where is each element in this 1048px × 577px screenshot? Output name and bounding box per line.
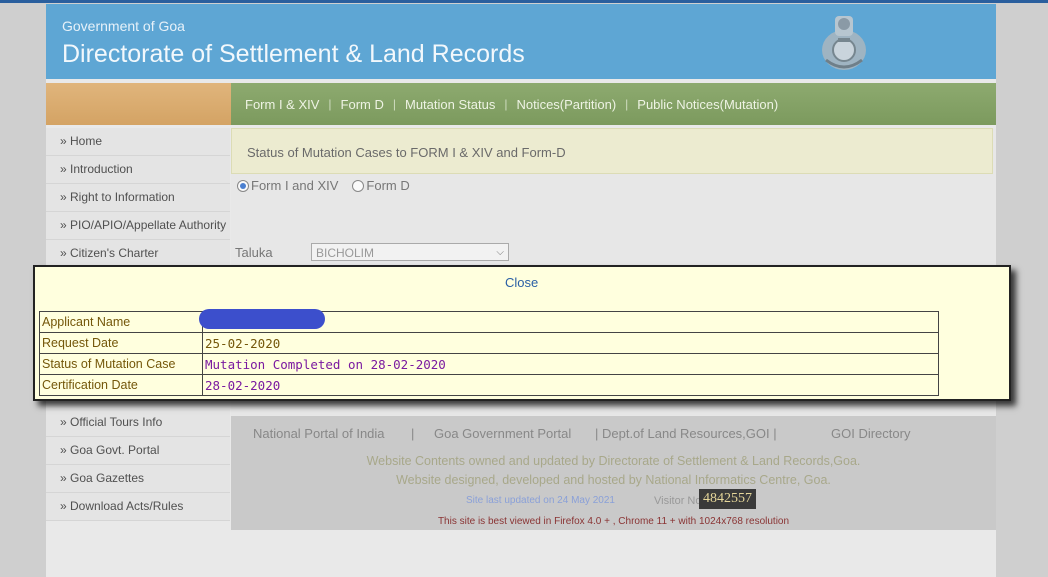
sidebar-bottom: » Official Tours Info » Goa Govt. Portal…: [46, 409, 230, 521]
taluka-selected-value: BICHOLIM: [316, 246, 375, 260]
table-row: Request Date 25-02-2020: [39, 332, 939, 354]
sidebar-item-rti[interactable]: » Right to Information: [46, 184, 230, 212]
footer-visitor-label: Visitor No:: [654, 495, 705, 507]
nav-mutation-status[interactable]: Mutation Status: [396, 97, 504, 112]
form-type-radios: Form I and XIV Form D: [237, 178, 410, 193]
nav-public-notices-mutation[interactable]: Public Notices(Mutation): [628, 97, 787, 112]
row-label-applicant-name: Applicant Name: [39, 311, 203, 333]
row-label-mutation-status: Status of Mutation Case: [39, 353, 203, 375]
taluka-select[interactable]: BICHOLIM ⌵: [311, 243, 509, 261]
sidebar-item-download-acts[interactable]: » Download Acts/Rules: [46, 493, 230, 521]
footer-last-updated: Site last updated on 24 May 2021: [466, 495, 615, 506]
footer-hosting-line: Website designed, developed and hosted b…: [396, 473, 831, 487]
mutation-status-modal: Close Applicant Name Request Date 25-02-…: [33, 265, 1011, 401]
radio-form-d[interactable]: [352, 179, 365, 192]
nav-left-block: [46, 83, 231, 125]
sidebar-item-goa-portal[interactable]: » Goa Govt. Portal: [46, 437, 230, 465]
state-emblem-icon: [822, 16, 866, 70]
government-label: Government of Goa: [62, 18, 185, 34]
sidebar-top: » Home » Introduction » Right to Informa…: [46, 128, 230, 268]
footer-best-viewed: This site is best viewed in Firefox 4.0 …: [437, 516, 790, 527]
footer-link-goi-directory[interactable]: GOI Directory: [831, 426, 910, 441]
footer-separator: |: [411, 426, 415, 441]
nav-form-d[interactable]: Form D: [332, 97, 393, 112]
main-nav: Form I & XIV | Form D | Mutation Status …: [46, 83, 996, 125]
site-title: Directorate of Settlement & Land Records: [62, 40, 525, 68]
redaction-mark: [199, 309, 325, 329]
top-border: [0, 0, 1048, 3]
radio-form-d-label[interactable]: Form D: [366, 178, 409, 193]
row-value-request-date: 25-02-2020: [202, 332, 939, 354]
nav-items: Form I & XIV | Form D | Mutation Status …: [236, 83, 787, 125]
sidebar-item-goa-gazettes[interactable]: » Goa Gazettes: [46, 465, 230, 493]
nav-form-i-xiv[interactable]: Form I & XIV: [236, 97, 328, 112]
radio-form-i-xiv[interactable]: [237, 179, 249, 192]
footer-ownership-line: Website Contents owned and updated by Di…: [366, 454, 861, 468]
taluka-label: Taluka: [235, 245, 273, 260]
row-label-request-date: Request Date: [39, 332, 203, 354]
footer-link-dept-land-resources[interactable]: | Dept.of Land Resources,GOI |: [595, 426, 777, 441]
visitor-counter: 4842557: [699, 489, 756, 509]
mutation-result-table: Applicant Name Request Date 25-02-2020 S…: [39, 309, 939, 396]
sidebar-item-pio[interactable]: » PIO/APIO/Appellate Authority: [46, 212, 230, 240]
close-button[interactable]: Close: [505, 275, 538, 290]
table-row: Status of Mutation Case Mutation Complet…: [39, 353, 939, 375]
row-value-certification-date: 28-02-2020: [202, 374, 939, 396]
site-header: Government of Goa Directorate of Settlem…: [46, 4, 996, 79]
footer-link-national-portal[interactable]: National Portal of India: [253, 426, 385, 441]
table-row: Certification Date 28-02-2020: [39, 374, 939, 396]
table-row: Applicant Name: [39, 309, 939, 333]
chevron-down-icon: ⌵: [496, 247, 504, 258]
row-value-applicant-name: [199, 309, 939, 333]
footer-link-goa-portal[interactable]: Goa Government Portal: [434, 426, 571, 441]
sidebar-item-citizens-charter[interactable]: » Citizen's Charter: [46, 240, 230, 268]
status-title-box: Status of Mutation Cases to FORM I & XIV…: [231, 128, 993, 174]
nav-notices-partition[interactable]: Notices(Partition): [507, 97, 625, 112]
site-footer: National Portal of India | Goa Governmen…: [231, 416, 996, 530]
sidebar-item-introduction[interactable]: » Introduction: [46, 156, 230, 184]
row-label-certification-date: Certification Date: [39, 374, 203, 396]
sidebar-item-home[interactable]: » Home: [46, 128, 230, 156]
radio-form-i-xiv-label[interactable]: Form I and XIV: [251, 178, 338, 193]
status-title: Status of Mutation Cases to FORM I & XIV…: [247, 145, 566, 160]
sidebar-item-official-tours[interactable]: » Official Tours Info: [46, 409, 230, 437]
row-value-mutation-status: Mutation Completed on 28-02-2020: [202, 353, 939, 375]
